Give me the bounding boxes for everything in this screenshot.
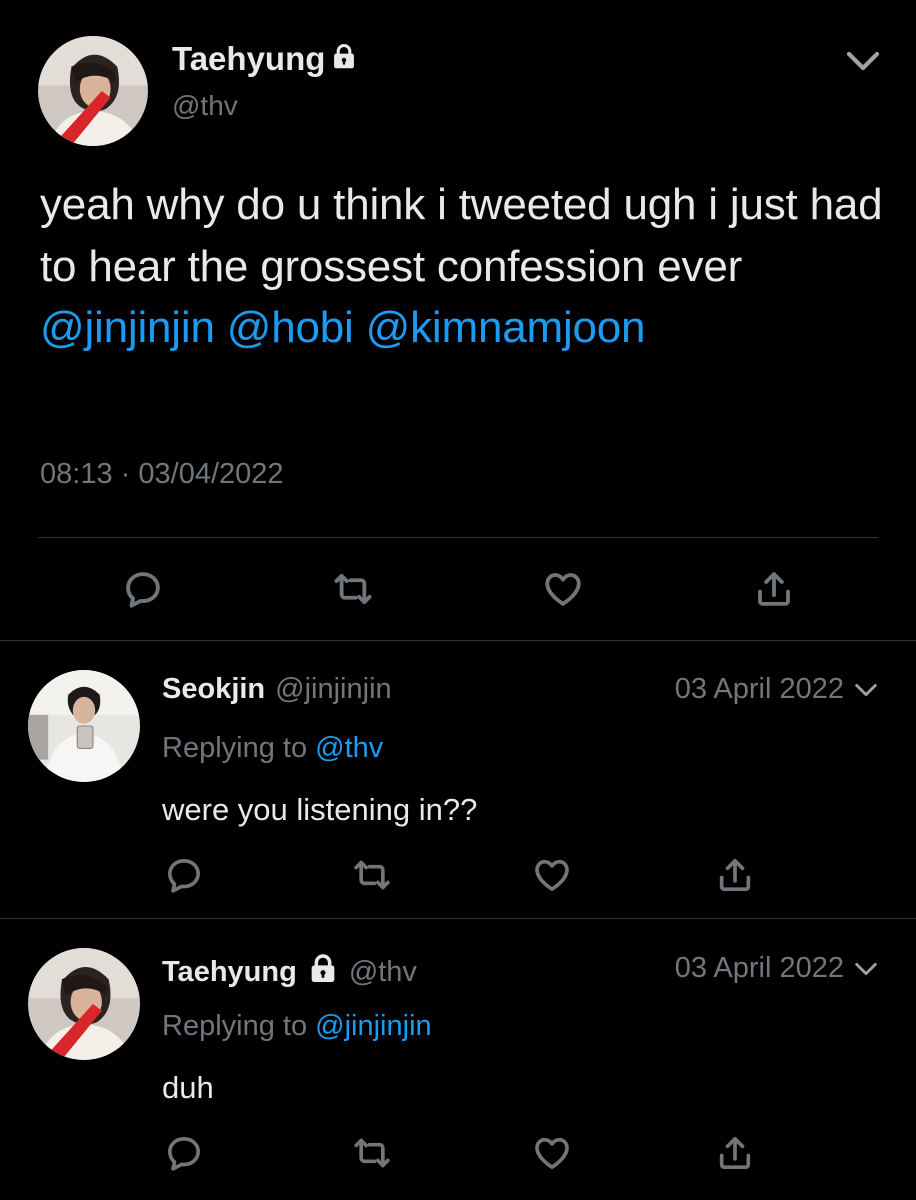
tweet-date: 03/04/2022	[138, 458, 284, 490]
replying-label: Replying to	[162, 1010, 308, 1042]
mention-link[interactable]: @kimnamjoon	[366, 303, 646, 352]
share-icon[interactable]	[715, 855, 755, 900]
main-display-name[interactable]: Taehyung	[172, 40, 325, 78]
reply-text: were you listening in??	[162, 792, 478, 827]
reply-display-name[interactable]: Taehyung	[162, 956, 297, 989]
share-icon[interactable]	[753, 568, 795, 615]
mention-link[interactable]: @jinjinjin	[40, 303, 215, 352]
replying-mention[interactable]: @jinjinjin	[315, 1010, 431, 1042]
reply-handle[interactable]: @thv	[349, 956, 417, 989]
divider	[38, 537, 878, 538]
reply-date-menu[interactable]: 03 April 2022	[675, 952, 880, 985]
chevron-down-icon[interactable]	[852, 676, 880, 704]
main-author-name[interactable]: Taehyung	[172, 40, 358, 78]
lock-icon	[330, 40, 358, 78]
reply-avatar[interactable]	[28, 670, 140, 782]
reply-author[interactable]: Taehyung @thv	[162, 952, 417, 992]
reply-icon[interactable]	[164, 1133, 204, 1178]
main-handle[interactable]: @thv	[172, 90, 238, 122]
reply-avatar[interactable]	[28, 948, 140, 1060]
reply-text: duh	[162, 1070, 214, 1105]
tweet-body-text: yeah why do u think i tweeted ugh i just…	[40, 180, 883, 291]
reply-icon[interactable]	[122, 568, 164, 615]
reply-handle[interactable]: @jinjinjin	[275, 673, 391, 706]
mention-link[interactable]: @hobi	[227, 303, 354, 352]
replying-to: Replying to @jinjinjin	[162, 1010, 432, 1043]
tweet-text: yeah why do u think i tweeted ugh i just…	[40, 174, 890, 359]
retweet-icon[interactable]	[332, 568, 374, 615]
divider	[0, 918, 916, 919]
heart-icon[interactable]	[532, 855, 572, 900]
tweet-time: 08:13	[40, 458, 113, 490]
reply-display-name[interactable]: Seokjin	[162, 673, 265, 706]
heart-icon[interactable]	[532, 1133, 572, 1178]
replying-label: Replying to	[162, 732, 308, 764]
main-avatar[interactable]	[38, 36, 148, 146]
replying-to: Replying to @thv	[162, 732, 383, 765]
lock-icon	[307, 952, 339, 992]
reply-date: 03 April 2022	[674, 952, 844, 984]
meta-separator: ·	[120, 458, 131, 490]
retweet-icon[interactable]	[352, 855, 392, 900]
replying-mention[interactable]: @thv	[315, 732, 383, 764]
reply-icon[interactable]	[164, 855, 204, 900]
reply-date: 03 April 2022	[674, 673, 844, 705]
reply-author[interactable]: Seokjin @jinjinjin	[162, 673, 392, 706]
share-icon[interactable]	[715, 1133, 755, 1178]
heart-icon[interactable]	[542, 568, 584, 615]
chevron-down-icon[interactable]	[842, 40, 884, 87]
chevron-down-icon[interactable]	[852, 955, 880, 983]
reply-date-menu[interactable]: 03 April 2022	[675, 673, 880, 706]
divider	[0, 640, 916, 641]
retweet-icon[interactable]	[352, 1133, 392, 1178]
tweet-timestamp[interactable]: 08:13 · 03/04/2022	[40, 458, 284, 491]
